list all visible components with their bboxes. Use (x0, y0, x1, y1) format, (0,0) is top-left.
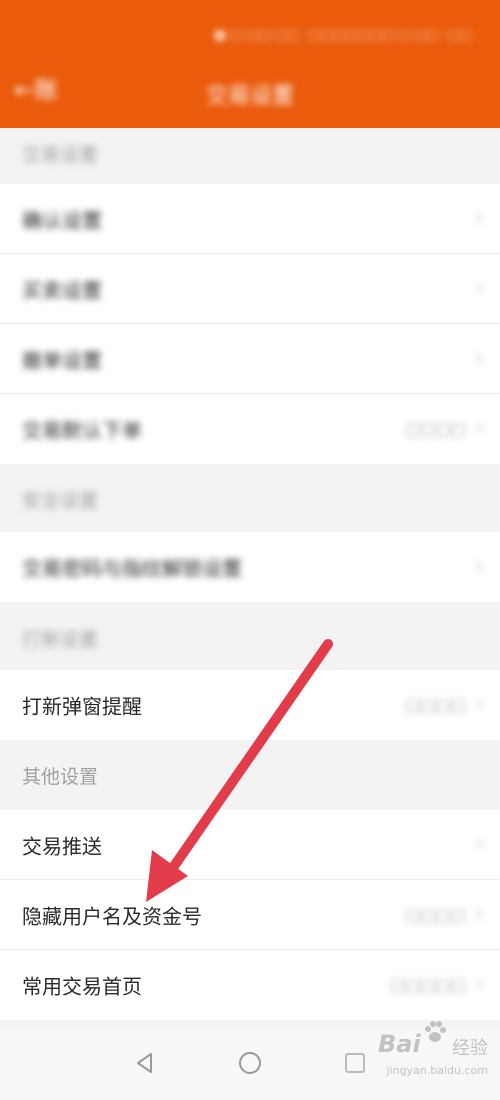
settings-row-confirm[interactable]: 确认设置 › (0, 184, 500, 254)
page-title: 交易设置 (205, 84, 294, 109)
baidu-watermark: Bai 经验 jingyan.baidu.com (378, 1021, 488, 1086)
nav-back-icon[interactable] (132, 1050, 158, 1076)
watermark-brand: Bai (378, 1030, 421, 1058)
settings-row-hide-username[interactable]: 隐藏用户名及资金号 □□□□ › (0, 880, 500, 950)
row-label: 隐藏用户名及资金号 (22, 904, 202, 929)
row-label: 买卖设置 (22, 278, 102, 303)
chevron-right-icon: › (475, 346, 484, 371)
row-label: 确认设置 (22, 208, 102, 233)
settings-row-buysell[interactable]: 买卖设置 › (0, 254, 500, 324)
row-label: 打新弹窗提醒 (22, 694, 142, 719)
chevron-right-icon: › (475, 276, 484, 301)
top-bar: ■·□·□□·□□ ·□□□□□□□·□·□□ ·□□ ←账 交易设置 (0, 0, 500, 128)
watermark-url: jingyan.baidu.com (386, 1064, 488, 1077)
chevron-right-icon: › (475, 692, 484, 717)
chevron-right-icon: › (475, 832, 484, 857)
row-label: 交易推送 (22, 834, 102, 859)
section-label-security: 安全设置 (22, 490, 99, 512)
section-label-ipo: 打新设置 (22, 629, 99, 651)
section-label-other: 其他设置 (22, 766, 99, 788)
row-label: 撤单设置 (22, 348, 102, 373)
settings-row-password[interactable]: 交易密码与指纹解锁设置 › (0, 532, 500, 602)
chevron-right-icon: › (475, 902, 484, 927)
row-value: □□□□□ (390, 975, 466, 995)
row-label: 交易密码与指纹解锁设置 (22, 556, 242, 581)
row-value: □□□□ (405, 695, 466, 715)
settings-row-cancel[interactable]: 撤单设置 › (0, 324, 500, 394)
row-label: 常用交易首页 (22, 974, 142, 999)
status-bar-text: ■·□·□□·□□ ·□□□□□□□·□·□□ ·□□ (213, 28, 472, 43)
chevron-right-icon: › (475, 972, 484, 997)
nav-recents-icon[interactable] (342, 1050, 368, 1076)
row-label: 交易默认下单 (22, 418, 142, 443)
section-label-trade: 交易设置 (22, 144, 99, 166)
settings-row-home-page[interactable]: 常用交易首页 □□□□□ › (0, 950, 500, 1020)
settings-row-default-order[interactable]: 交易默认下单 □□□□ › (0, 394, 500, 464)
chevron-right-icon: › (475, 554, 484, 579)
chevron-right-icon: › (475, 206, 484, 231)
row-value: □□□□ (405, 905, 466, 925)
row-value: □□□□ (405, 419, 466, 439)
nav-home-icon[interactable] (237, 1050, 263, 1076)
settings-row-ipo-popup[interactable]: 打新弹窗提醒 □□□□ › (0, 670, 500, 740)
watermark-sub: 经验 (452, 1038, 488, 1059)
chevron-right-icon: › (475, 416, 484, 441)
baidu-paw-icon (425, 1021, 446, 1042)
settings-row-push[interactable]: 交易推送 › (0, 810, 500, 880)
